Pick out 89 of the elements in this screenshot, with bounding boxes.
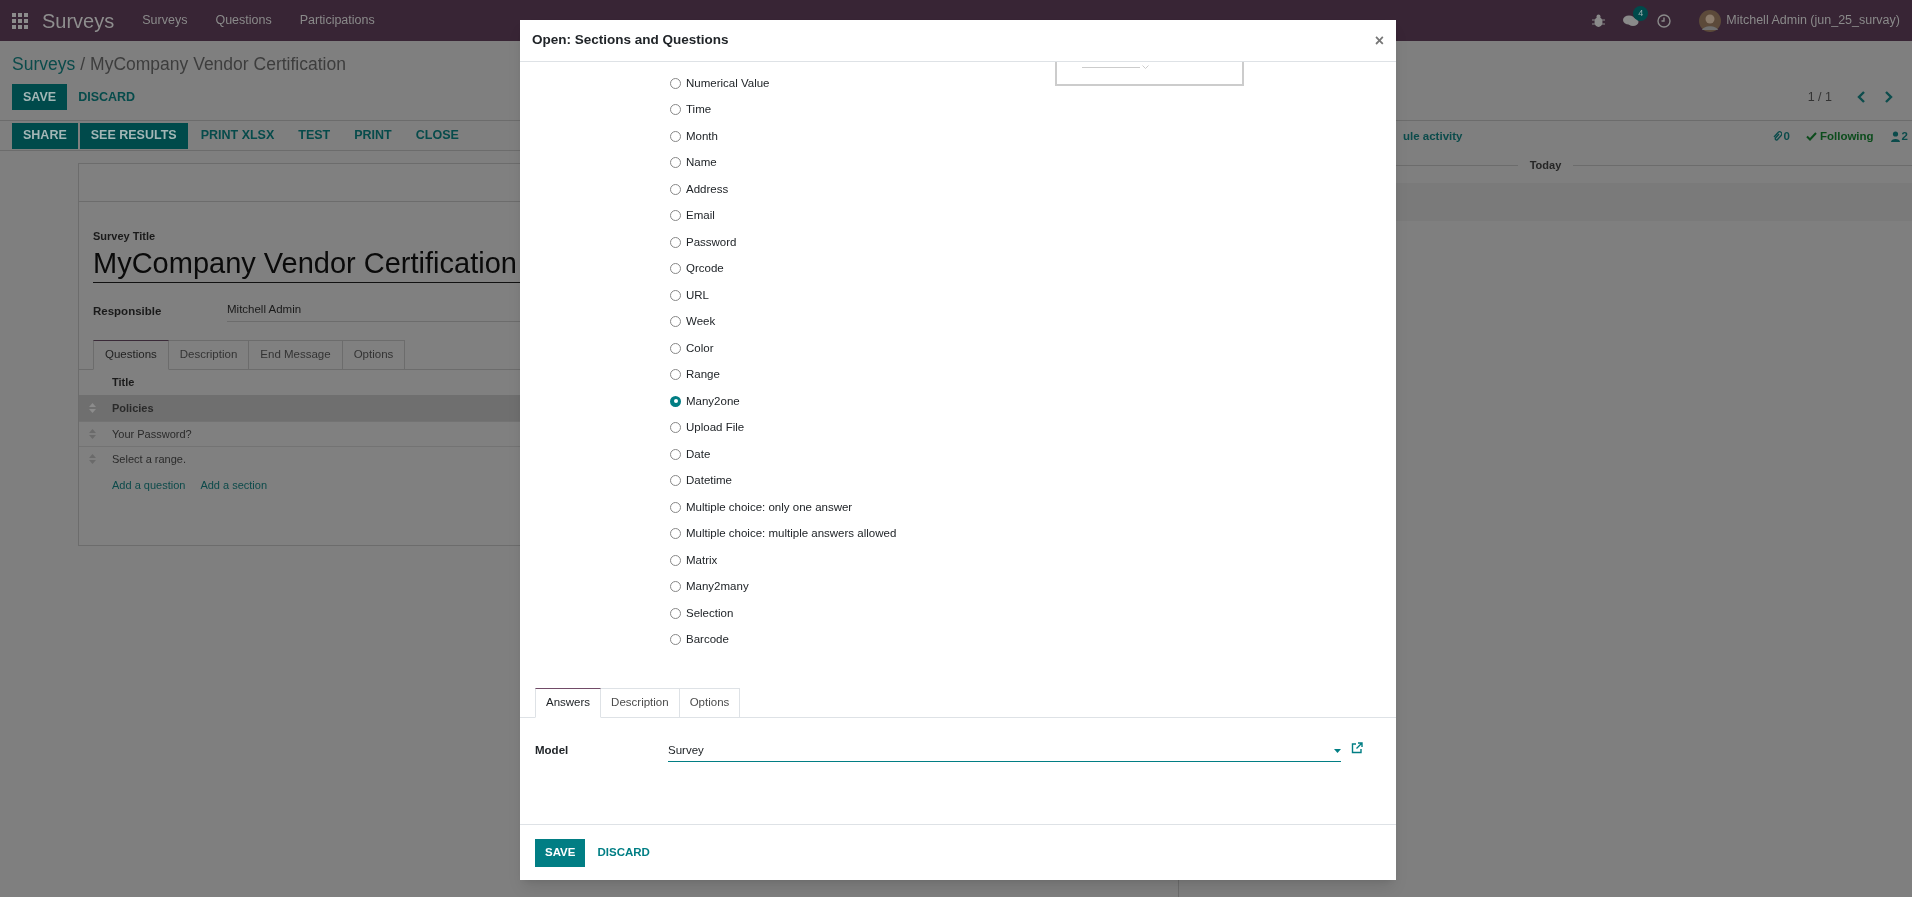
dialog-tab[interactable]: Answers	[535, 688, 602, 718]
date-separator: Today	[1528, 158, 1563, 173]
question-type-option[interactable]: Barcode	[670, 626, 1396, 653]
menu-item[interactable]: Surveys	[142, 11, 188, 30]
drag-handle-icon[interactable]	[89, 403, 96, 413]
menu-item[interactable]: Participations	[299, 11, 375, 30]
question-type-option[interactable]: Time	[670, 96, 1396, 123]
primary-button[interactable]: SAVE	[12, 84, 68, 111]
dialog-title: Open: Sections and Questions	[532, 31, 730, 50]
option-label: Range	[686, 367, 720, 383]
dialog-tab[interactable]: Description	[601, 688, 680, 718]
form-tab[interactable]: Questions	[93, 340, 169, 370]
option-label: Month	[686, 128, 718, 144]
option-label: Matrix	[686, 552, 718, 568]
message-count-badge: 4	[1633, 5, 1649, 21]
discard-button[interactable]: DISCARD	[587, 838, 660, 867]
option-label: Multiple choice: multiple answers allowed	[686, 526, 897, 542]
option-label: Many2many	[686, 579, 749, 595]
option-label: Address	[686, 181, 729, 197]
breadcrumb-current: MyCompany Vendor Certification	[90, 53, 346, 76]
option-label: Name	[686, 155, 717, 171]
breadcrumb-separator: /	[80, 53, 86, 76]
option-label: Many2one	[686, 393, 740, 409]
question-type-option[interactable]: Numerical Value	[670, 70, 1396, 97]
dropdown-caret-icon[interactable]	[1334, 748, 1341, 753]
paperclip-icon	[1772, 130, 1782, 142]
option-label: Multiple choice: only one answer	[686, 499, 853, 515]
question-title: Your Password?	[112, 426, 192, 442]
user-avatar	[1699, 9, 1722, 32]
option-label: Numerical Value	[686, 75, 770, 91]
model-field[interactable]: Survey	[668, 742, 1341, 763]
question-type-option[interactable]: Datetime	[670, 467, 1396, 494]
option-label: Datetime	[686, 473, 733, 489]
question-type-option[interactable]: Date	[670, 441, 1396, 468]
check-icon	[1805, 131, 1817, 141]
option-label: Barcode	[686, 632, 729, 648]
question-type-option[interactable]: Selection	[670, 600, 1396, 627]
field-label: Responsible	[93, 303, 163, 319]
question-type-option[interactable]: Many2many	[670, 573, 1396, 600]
pager-value: 1 / 1	[1807, 88, 1832, 106]
field-label: Model	[535, 743, 570, 758]
question-type-option[interactable]: Upload File	[670, 414, 1396, 441]
clock-icon[interactable]	[1657, 13, 1672, 28]
question-type-option[interactable]: Range	[670, 361, 1396, 388]
primary-button[interactable]: SHARE	[12, 122, 78, 149]
question-type-option[interactable]: Password	[670, 229, 1396, 256]
selection-dropdown[interactable]	[1055, 62, 1244, 86]
save-button[interactable]: SAVE	[535, 838, 586, 867]
apps-menu-icon[interactable]	[12, 12, 28, 29]
option-label: Color	[686, 340, 714, 356]
question-type-option[interactable]: Multiple choice: multiple answers allowed	[670, 520, 1396, 547]
field-label: Survey Title	[93, 229, 156, 245]
option-label: Email	[686, 208, 715, 224]
bug-icon[interactable]	[1592, 13, 1606, 28]
external-link-icon[interactable]	[1351, 742, 1363, 754]
next-icon[interactable]	[1884, 90, 1894, 105]
question-type-option[interactable]: Multiple choice: only one answer	[670, 494, 1396, 521]
menu-item[interactable]: Questions	[215, 11, 272, 30]
option-label: Upload File	[686, 420, 745, 436]
option-label: Week	[686, 314, 716, 330]
option-label: URL	[686, 287, 709, 303]
radio-button[interactable]	[670, 395, 681, 407]
question-type-option[interactable]: Matrix	[670, 547, 1396, 574]
user-name[interactable]: Mitchell Admin (jun_25_survay)	[1726, 11, 1900, 30]
previous-icon[interactable]	[1856, 90, 1866, 105]
option-label: Selection	[686, 605, 734, 621]
question-type-option[interactable]: Name	[670, 149, 1396, 176]
primary-button[interactable]: SEE RESULTS	[79, 122, 188, 149]
app-name: Surveys	[42, 8, 115, 34]
option-label: Password	[686, 234, 737, 250]
question-type-option[interactable]: Address	[670, 176, 1396, 203]
option-label: Date	[686, 446, 711, 462]
question-type-option[interactable]: URL	[670, 282, 1396, 309]
question-type-option[interactable]: Color	[670, 335, 1396, 362]
dialog-tab[interactable]: Options	[679, 688, 741, 718]
option-label: Time	[686, 102, 712, 118]
question-type-option[interactable]: Email	[670, 202, 1396, 229]
question-type-option[interactable]: Month	[670, 123, 1396, 150]
model-value: Survey	[668, 743, 705, 758]
column-header: Title	[112, 375, 135, 391]
question-type-option[interactable]: Many2one	[670, 388, 1396, 415]
chevron-icon	[1142, 65, 1149, 70]
person-icon	[1890, 130, 1900, 142]
question-type-option[interactable]: Week	[670, 308, 1396, 335]
option-label: Qrcode	[686, 261, 724, 277]
question-title: Policies	[112, 400, 154, 416]
close-button[interactable]: ×	[1374, 28, 1384, 53]
question-type-option[interactable]: Qrcode	[670, 255, 1396, 282]
question-title: Select a range.	[112, 451, 186, 467]
